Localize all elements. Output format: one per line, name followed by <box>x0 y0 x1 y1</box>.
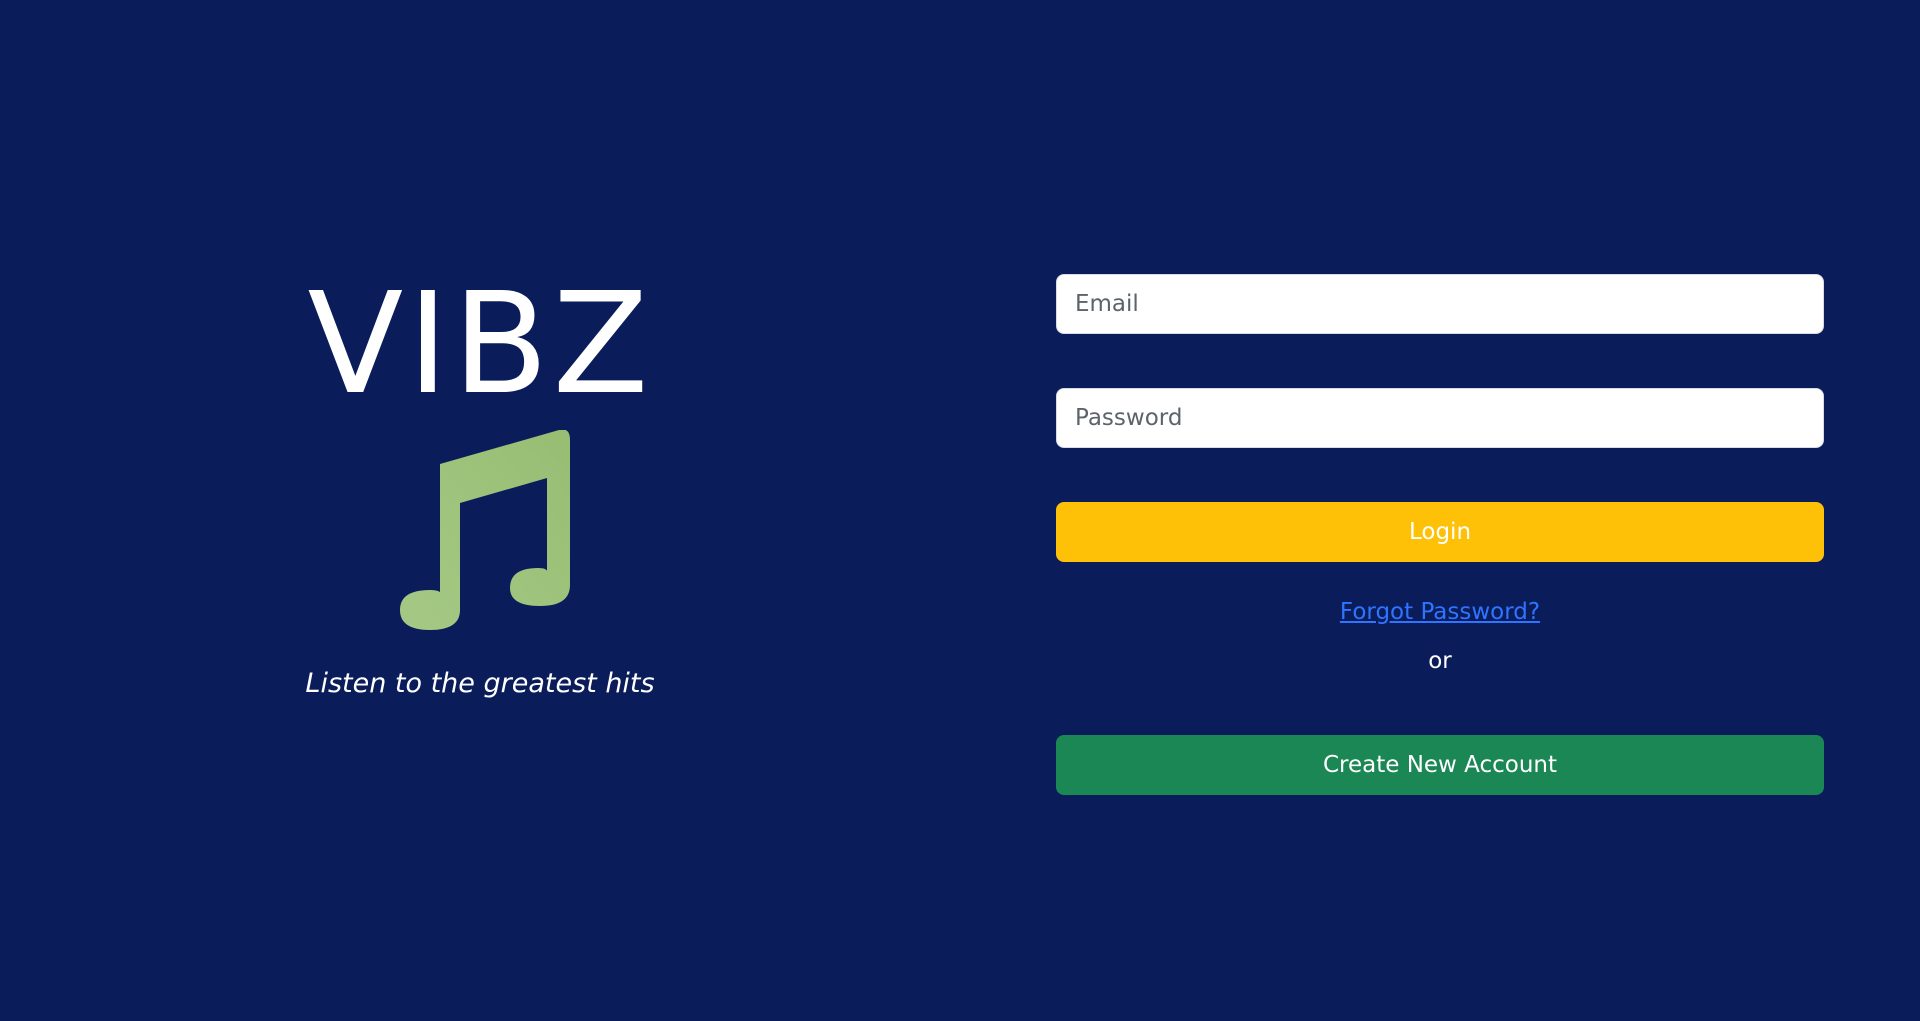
email-input[interactable] <box>1056 274 1824 334</box>
create-account-button[interactable]: Create New Account <box>1056 735 1824 795</box>
app-title: VIBZ <box>307 263 653 426</box>
music-note-icon <box>400 430 570 630</box>
login-form: Login Forgot Password? or Create New Acc… <box>1056 274 1824 795</box>
forgot-password-link[interactable]: Forgot Password? <box>1340 599 1540 625</box>
password-input[interactable] <box>1056 388 1824 448</box>
forgot-password-row: Forgot Password? <box>1056 596 1824 628</box>
or-divider-text: or <box>1428 648 1452 674</box>
brand-panel: VIBZ Listen to the greatest hits <box>240 263 720 700</box>
tagline: Listen to the greatest hits <box>305 668 655 699</box>
login-button[interactable]: Login <box>1056 502 1824 562</box>
